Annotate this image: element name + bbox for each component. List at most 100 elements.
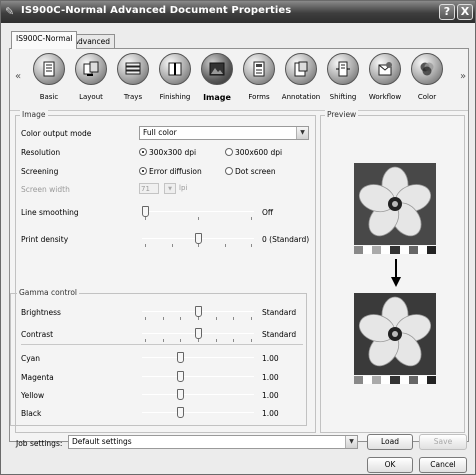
arrow-down-icon [391,259,401,287]
radio-label: 300x600 dpi [235,148,283,157]
radio-label: 300x300 dpi [149,148,197,157]
category-color[interactable]: Color [405,51,449,109]
preview-group-title: Preview [325,110,359,119]
slider-tick [198,339,199,342]
cyan-value: 1.00 [262,354,279,363]
job-settings-value: Default settings [72,437,132,446]
layout-icon [75,53,107,85]
dialog-window: ✎ IS900C-Normal Advanced Document Proper… [0,0,476,475]
screen-width-unit: lpi [179,184,188,192]
slider-track[interactable] [142,412,254,413]
contrast-label: Contrast [21,330,54,339]
slider-tick [171,244,173,247]
slider-tick [215,339,217,342]
chevron-down-icon[interactable]: ▼ [345,436,357,448]
screening-option-error-diffusion[interactable]: Error diffusion [139,167,202,176]
slider-thumb[interactable] [194,328,202,339]
slider-thumb[interactable] [176,407,184,418]
basic-icon [33,53,65,85]
screening-option-dot-screen[interactable]: Dot screen [225,167,276,176]
printer-icon: ✎ [5,5,15,18]
slider-thumb[interactable] [194,233,202,244]
color-output-label: Color output mode [21,129,92,138]
slider-tick [198,317,199,320]
job-settings-label: Job settings: [16,439,63,448]
category-icon-bar: « » Basic Layout Trays Finishing Image F… [10,49,468,111]
slider-track[interactable] [142,357,254,358]
cyan-label: Cyan [21,354,41,363]
slider-tick [233,339,235,342]
save-button[interactable]: Save [419,434,467,450]
gamma-divider [21,344,303,345]
radio-label: Dot screen [235,167,276,176]
radio-label: Error diffusion [149,167,202,176]
workflow-icon [369,53,401,85]
scroll-right-icon[interactable]: » [460,71,466,82]
preview-color-strip [354,376,436,384]
category-label: Color [417,93,437,101]
chevron-down-icon[interactable]: ▼ [296,127,308,139]
slider-tick [251,217,252,220]
slider-tick [180,339,182,342]
trays-icon [117,53,149,85]
line-smoothing-value: Off [262,208,274,217]
tab-is900c-normal[interactable]: IS900C-Normal [11,31,78,49]
screening-label: Screening [21,167,59,176]
slider-thumb[interactable] [194,306,202,317]
print-density-label: Print density [21,235,69,244]
slider-tick [162,339,164,342]
color-output-select[interactable]: Full color ▼ [139,126,309,140]
scroll-left-icon[interactable]: « [15,71,21,82]
screen-width-label: Screen width [21,185,70,194]
slider-thumb[interactable] [176,352,184,363]
radio-indicator[interactable] [139,167,147,175]
forms-icon [243,53,275,85]
slider-tick [198,244,199,247]
image-icon [201,53,233,85]
finishing-icon [159,53,191,85]
load-button[interactable]: Load [367,434,413,450]
chevron-down-icon[interactable]: ▼ [164,183,176,194]
image-group-title: Image [20,110,48,119]
resolution-option-300x300[interactable]: 300x300 dpi [139,148,196,157]
screen-width-input[interactable]: 71 [139,183,159,194]
contrast-value: Standard [262,330,297,339]
magenta-value: 1.00 [262,373,279,382]
resolution-label: Resolution [21,148,61,157]
job-settings-select[interactable]: Default settings ▼ [68,435,358,449]
close-button[interactable]: X [457,4,473,20]
line-smoothing-label: Line smoothing [21,208,79,217]
color-output-value: Full color [143,128,177,137]
brightness-value: Standard [262,308,297,317]
slider-tick [215,317,217,320]
preview-image-after [354,293,436,375]
slider-tick [251,317,252,320]
slider-tick [180,317,182,320]
preview-color-strip [354,246,436,254]
slider-thumb[interactable] [176,389,184,400]
slider-tick [162,317,164,320]
gamma-group-title: Gamma control [17,288,79,297]
slider-tick [233,317,235,320]
slider-track[interactable] [142,211,254,212]
magenta-label: Magenta [21,373,54,382]
radio-indicator[interactable] [139,148,147,156]
slider-tick [251,244,252,247]
slider-thumb[interactable] [176,371,184,382]
window-title: IS900C-Normal Advanced Document Properti… [21,5,292,16]
slider-tick [224,244,226,247]
radio-indicator[interactable] [225,148,233,156]
title-bar[interactable]: ✎ IS900C-Normal Advanced Document Proper… [1,1,475,23]
radio-indicator[interactable] [225,167,233,175]
slider-thumb[interactable] [142,206,149,217]
slider-tick [251,339,252,342]
help-button[interactable]: ? [439,4,455,20]
slider-track[interactable] [142,376,254,377]
resolution-option-300x600[interactable]: 300x600 dpi [225,148,282,157]
brightness-label: Brightness [21,308,61,317]
cancel-button[interactable]: Cancel [419,457,467,473]
slider-track[interactable] [142,394,254,395]
color-icon [411,53,443,85]
print-density-value: 0 (Standard) [262,235,310,244]
ok-button[interactable]: OK [367,457,413,473]
